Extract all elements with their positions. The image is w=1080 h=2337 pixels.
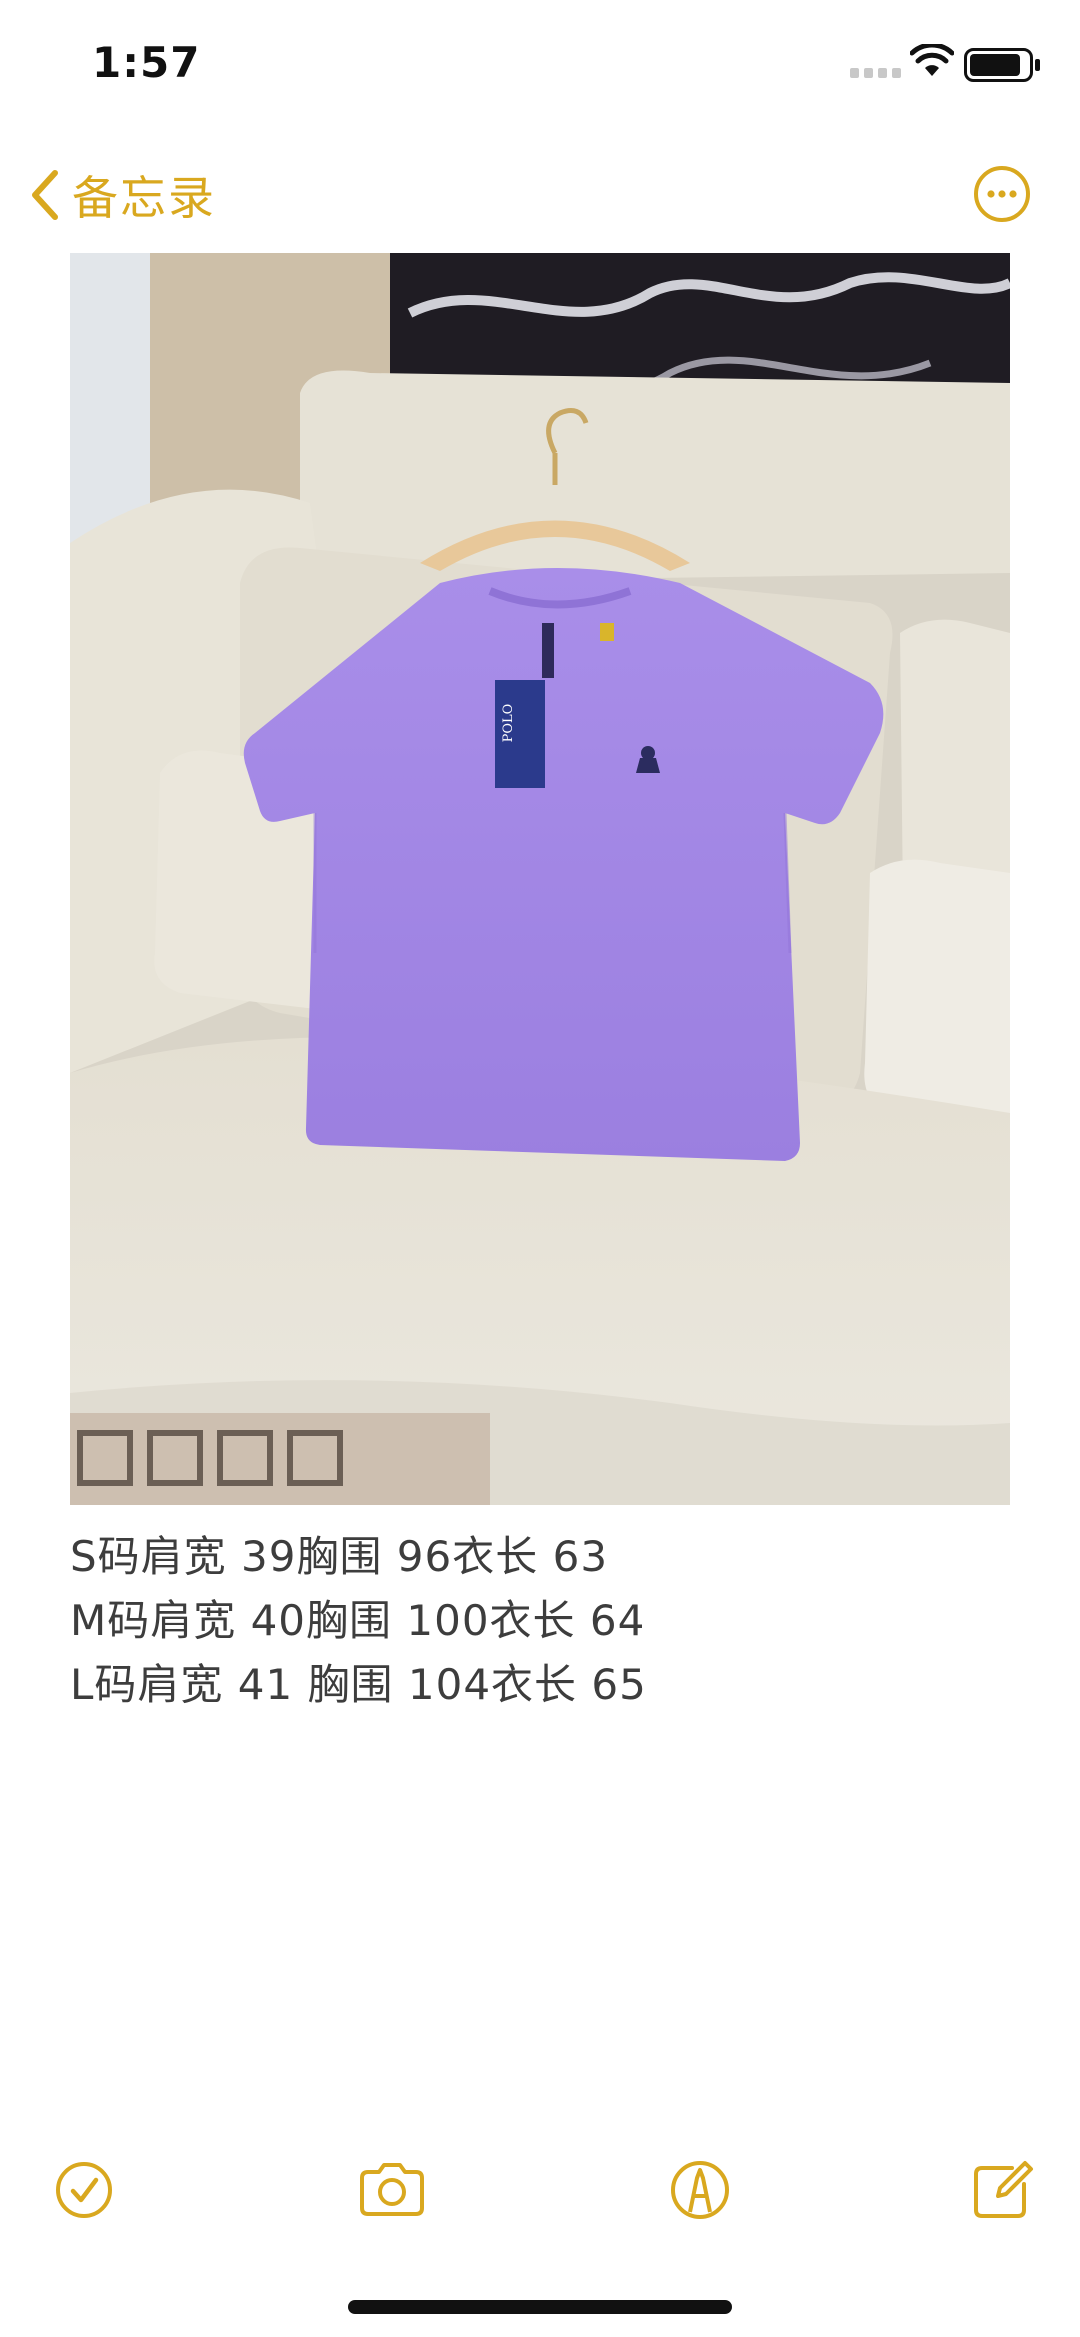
bottom-toolbar [0, 2150, 1080, 2230]
note-body[interactable]: S码肩宽 39胸围 96衣长 63 M码肩宽 40胸围 100衣长 64 L码肩… [70, 1525, 1010, 1717]
note-image-attachment[interactable]: POLO [70, 253, 1010, 1505]
status-bar: 1:57 [0, 0, 1080, 130]
size-line-s: S码肩宽 39胸围 96衣长 63 [70, 1532, 609, 1581]
back-label: 备忘录 [72, 171, 216, 225]
size-line-m: M码肩宽 40胸围 100衣长 64 [70, 1596, 646, 1645]
compose-icon[interactable] [962, 2150, 1042, 2230]
status-time: 1:57 [92, 38, 201, 87]
purple-tshirt-photo: POLO [70, 253, 1010, 1505]
home-indicator[interactable] [348, 2300, 732, 2314]
wifi-icon [910, 44, 954, 76]
cellular-signal-icon [850, 68, 901, 78]
brand-tag-text: POLO [501, 704, 516, 743]
checklist-icon[interactable] [44, 2150, 124, 2230]
chevron-left-icon [32, 170, 58, 220]
camera-icon[interactable] [352, 2150, 432, 2230]
nav-bar: 备忘录 [0, 140, 1080, 250]
back-button[interactable]: 备忘录 [30, 160, 216, 230]
markup-icon[interactable] [660, 2150, 740, 2230]
polo-logo-icon [641, 746, 655, 760]
more-options-icon[interactable] [962, 154, 1042, 234]
battery-icon [964, 48, 1040, 82]
size-line-l: L码肩宽 41 胸围 104衣长 65 [70, 1660, 647, 1709]
